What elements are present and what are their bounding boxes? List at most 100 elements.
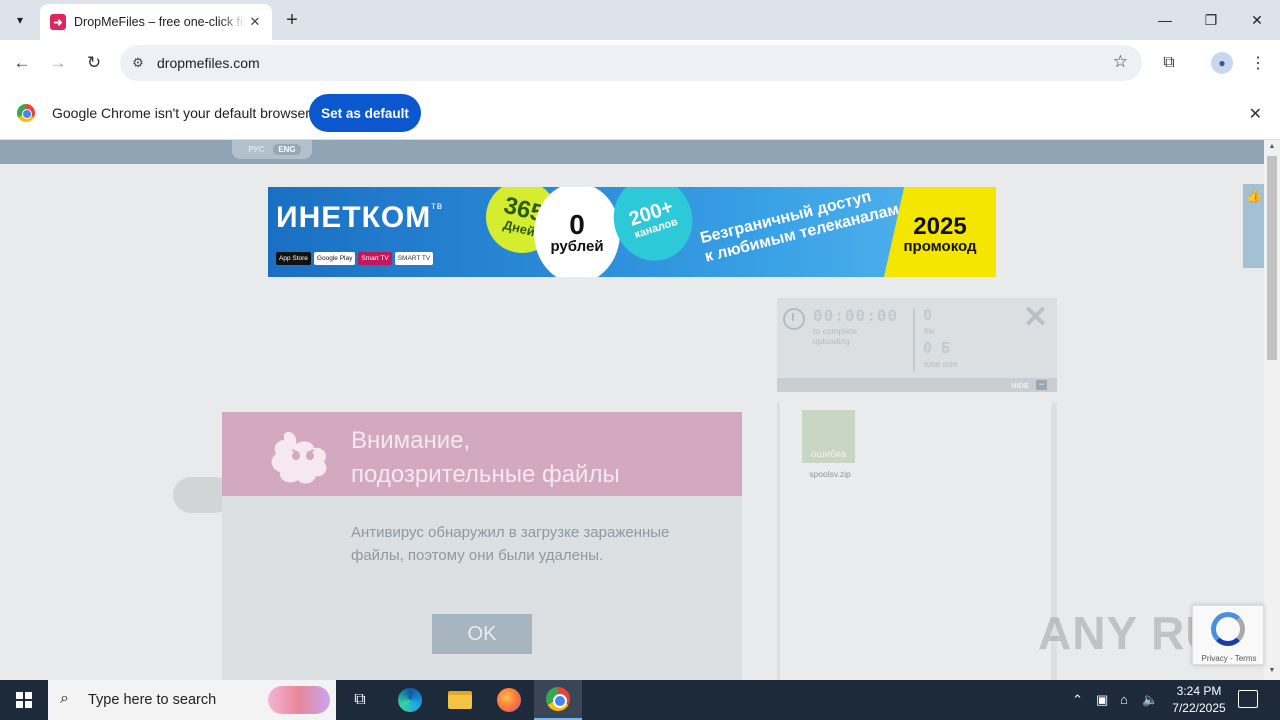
dropmefiles-favicon-icon: ➜	[50, 14, 66, 30]
stats-hide-bar[interactable]: HIDE −	[777, 378, 1057, 392]
tray-chevron-icon[interactable]: ⌃	[1072, 692, 1083, 708]
folder-icon	[448, 691, 472, 709]
extensions-icon[interactable]: ⧉	[1155, 49, 1183, 77]
search-placeholder: Type here to search	[88, 692, 217, 708]
ad-circle-price: 0 рублей	[534, 187, 620, 277]
scroll-up-icon[interactable]: ▲	[1267, 143, 1277, 153]
file-count-label: file	[924, 326, 935, 336]
forward-button[interactable]: →	[44, 49, 72, 77]
like-side-tab[interactable]: 👍	[1243, 184, 1264, 268]
tray-device-icon[interactable]: ▣	[1096, 692, 1108, 708]
dialog-header: Внимание, подозрительные файлы	[222, 412, 742, 496]
virus-blob-icon	[271, 431, 327, 484]
top-band	[0, 140, 1264, 164]
task-view-icon: ⧉	[354, 691, 366, 708]
page-scrollbar[interactable]: ▲ ▼	[1264, 140, 1280, 680]
time-label: to complete uploading	[813, 326, 857, 347]
minimize-button[interactable]: —	[1142, 0, 1188, 40]
restore-button[interactable]: ❐	[1188, 0, 1234, 40]
profile-button[interactable]: ●	[1208, 49, 1236, 77]
recaptcha-links[interactable]: Privacy - Terms	[1193, 654, 1265, 663]
clock-icon	[783, 308, 805, 330]
ad-price-label: рублей	[550, 237, 604, 255]
dialog-message: Антивирус обнаружил в загрузке зараженны…	[351, 524, 670, 564]
browser-toolbar: ← → ↻ ⚙ dropmefiles.com ☆ ⧉ ● ⋮	[0, 40, 1280, 86]
address-bar[interactable]: ⚙ dropmefiles.com ☆	[120, 45, 1142, 81]
search-icon: ⌕	[60, 690, 69, 707]
firefox-app[interactable]	[485, 680, 533, 720]
ad-promo-year: 2025	[913, 213, 967, 240]
site-info-icon[interactable]: ⚙	[128, 53, 148, 73]
hide-minus-icon[interactable]: −	[1036, 380, 1047, 390]
recaptcha-badge[interactable]: Privacy - Terms	[1192, 605, 1264, 665]
chrome-icon	[546, 687, 570, 711]
chevron-down-icon: ▾	[16, 13, 24, 27]
google-play-badge: Google Play	[313, 252, 356, 265]
clock-date: 7/22/2025	[1172, 701, 1226, 715]
page-content: РУС ENG ИНЕТКОМтв App Store Google Play …	[0, 140, 1264, 680]
time-label-2: uploading	[813, 335, 850, 346]
suspicious-files-dialog: Внимание, подозрительные файлы Антивирус…	[222, 412, 742, 680]
file-list: ошибка spoolsv.zip	[777, 403, 1057, 680]
dialog-title-line-1: Внимание,	[351, 427, 471, 454]
set-default-button[interactable]: Set as default	[309, 94, 421, 132]
menu-kebab-icon[interactable]: ⋮	[1244, 49, 1272, 77]
time-remaining: 00:00:00	[813, 306, 899, 325]
ok-button[interactable]: OK	[432, 614, 532, 654]
bookmark-star-icon[interactable]: ☆	[1113, 52, 1128, 72]
smart-tv-badge-2: SMART TV	[394, 252, 434, 265]
lang-en[interactable]: ENG	[273, 144, 301, 155]
edge-icon	[398, 688, 422, 712]
edge-app[interactable]	[386, 680, 434, 720]
clock-time: 3:24 PM	[1176, 684, 1222, 698]
avatar-icon: ●	[1211, 52, 1233, 74]
ad-stores: App Store Google Play Smart TV SMART TV	[276, 252, 434, 265]
ad-brand: ИНЕТКОМтв	[276, 201, 443, 235]
file-error-label: ошибка	[810, 449, 847, 460]
volume-icon[interactable]: 🔈	[1142, 692, 1158, 708]
ad-price-value: 0	[569, 208, 585, 240]
recaptcha-icon	[1211, 612, 1245, 646]
firefox-icon	[497, 688, 521, 712]
reload-button[interactable]: ↻	[80, 49, 108, 77]
ad-tagline: Безграничный доступ к любимым телеканала…	[698, 187, 901, 267]
chrome-app[interactable]	[534, 680, 582, 720]
new-tab-button[interactable]: +	[280, 8, 304, 32]
tab-search-button[interactable]: ▾	[6, 6, 34, 34]
search-highlight-icon	[268, 686, 330, 714]
scroll-down-icon[interactable]: ▼	[1267, 667, 1277, 677]
start-button[interactable]	[0, 680, 48, 720]
task-view-button[interactable]: ⧉	[336, 680, 384, 720]
taskbar-search[interactable]: ⌕ Type here to search	[48, 680, 336, 720]
infobar-close-icon[interactable]: ✕	[1249, 104, 1262, 124]
dialog-title-line-2: подозрительные файлы	[351, 460, 620, 488]
ad-banner[interactable]: ИНЕТКОМтв App Store Google Play Smart TV…	[268, 187, 996, 277]
file-thumbnail[interactable]: ошибка	[802, 410, 855, 463]
stats-close-icon[interactable]: ✕	[1023, 300, 1048, 335]
notification-icon[interactable]	[1238, 690, 1258, 708]
arrow-right-icon: →	[49, 53, 67, 72]
smart-tv-badge: Smart TV	[358, 252, 392, 265]
tab-title: DropMeFiles – free one-click file sharin…	[74, 15, 246, 29]
total-size-label: total size	[924, 359, 958, 369]
windows-taskbar: ⌕ Type here to search ⧉ ⌃ ▣ ⌂ 🔈 3:24 PM …	[0, 680, 1280, 720]
back-button[interactable]: ←	[8, 49, 36, 77]
url-text[interactable]: dropmefiles.com	[157, 55, 260, 71]
ad-circle-channels: 200+ каналов	[602, 187, 704, 271]
total-size: 0 Б	[923, 339, 951, 357]
default-browser-infobar: Google Chrome isn't your default browser…	[0, 86, 1280, 140]
hide-label: HIDE	[1011, 381, 1029, 390]
network-icon[interactable]: ⌂	[1120, 692, 1128, 707]
tab-close-icon[interactable]: ✕	[246, 13, 264, 31]
upload-stats-panel: 00:00:00 to complete uploading 0 file 0 …	[777, 298, 1057, 392]
reload-icon: ↻	[86, 53, 102, 72]
system-clock[interactable]: 3:24 PM 7/22/2025	[1160, 683, 1238, 717]
app-store-badge: App Store	[276, 252, 311, 265]
active-tab[interactable]: ➜ DropMeFiles – free one-click file shar…	[40, 4, 272, 40]
close-window-button[interactable]: ✕	[1234, 0, 1280, 40]
scrollbar-thumb[interactable]	[1267, 156, 1277, 360]
lang-ru[interactable]: РУС	[243, 144, 269, 155]
file-count: 0	[923, 306, 933, 324]
chrome-logo-icon	[17, 104, 35, 122]
file-explorer-app[interactable]	[436, 680, 484, 720]
